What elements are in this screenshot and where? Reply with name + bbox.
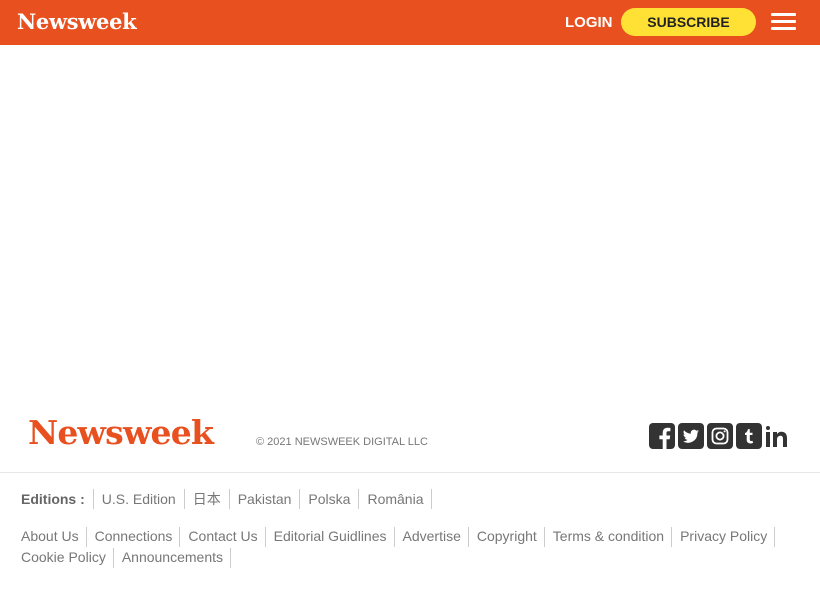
footer-divider [0,472,820,473]
announcements-link[interactable]: Announcements [122,548,232,568]
contact-us-link[interactable]: Contact Us [188,527,266,547]
edition-poland[interactable]: Polska [300,489,360,509]
terms-link[interactable]: Terms & condition [553,527,673,547]
advertise-link[interactable]: Advertise [403,527,469,547]
tumblr-icon[interactable] [736,423,762,449]
edition-japan[interactable]: 日本 [185,489,230,509]
login-link[interactable]: LOGIN [565,14,613,31]
newsweek-logo[interactable]: Newsweek [17,9,137,34]
footer-newsweek-logo[interactable]: Newsweek [28,413,214,452]
footer-links: About Us Connections Contact Us Editoria… [21,527,801,569]
facebook-icon[interactable] [649,423,675,449]
edition-romania[interactable]: România [359,489,433,509]
edition-pakistan[interactable]: Pakistan [230,489,301,509]
twitter-icon[interactable] [678,423,704,449]
about-us-link[interactable]: About Us [21,527,87,547]
copyright-link[interactable]: Copyright [477,527,545,547]
connections-link[interactable]: Connections [95,527,181,547]
privacy-policy-link[interactable]: Privacy Policy [680,527,776,547]
subscribe-button[interactable]: SUBSCRIBE [621,8,756,36]
hamburger-menu-icon[interactable] [771,13,796,32]
linkedin-icon[interactable] [765,423,791,449]
editions-label: Editions : [21,489,94,509]
editorial-guidelines-link[interactable]: Editorial Guidlines [274,527,395,547]
instagram-icon[interactable] [707,423,733,449]
cookie-policy-link[interactable]: Cookie Policy [21,548,114,568]
copyright-text: © 2021 NEWSWEEK DIGITAL LLC [256,436,428,448]
top-navigation-bar: Newsweek LOGIN SUBSCRIBE [0,0,820,45]
editions-list: Editions : U.S. Edition 日本 Pakistan Pols… [21,489,433,509]
edition-us[interactable]: U.S. Edition [94,489,185,509]
